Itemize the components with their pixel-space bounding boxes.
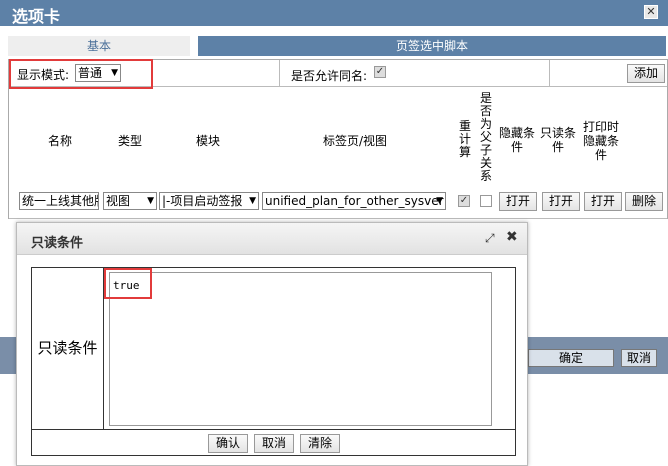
row-module-select[interactable]: |-项目启动签报 ▼ (159, 192, 259, 210)
cancel-button[interactable]: 取消 (254, 434, 294, 453)
header-recalc: 重计算 (458, 119, 471, 159)
open-readonly-condition-button[interactable]: 打开 (542, 192, 580, 211)
tab-editor-window: 选项卡 ✕ 基本 页签选中脚本 显示模式: 普通 ▼ 是否允许同名: ✓ 添加 … (0, 0, 668, 466)
allow-duplicate-label: 是否允许同名: (291, 69, 368, 83)
open-hide-condition-button[interactable]: 打开 (499, 192, 537, 211)
tab-bar: 基本 页签选中脚本 (8, 36, 666, 58)
chevron-down-icon: ▼ (249, 196, 256, 206)
highlight-box (104, 268, 152, 299)
window-title: 选项卡 (0, 0, 668, 26)
divider (549, 60, 550, 87)
dialog-body: 只读条件 true (31, 267, 516, 430)
close-icon[interactable]: ✕ (644, 5, 658, 19)
tab-grid: 名称 类型 模块 标签页/视图 重计算 是否为父子关系 隐藏条件 只读条件 打印… (9, 88, 667, 219)
maximize-icon[interactable]: ⤢ (485, 231, 495, 246)
allow-duplicate-checkbox[interactable]: ✓ (374, 66, 386, 78)
row-module-value: |-项目启动签报 (162, 194, 243, 208)
dialog-title-bar: 只读条件 ⤢ ✖ (17, 223, 527, 255)
background-confirm-button[interactable]: 确定 (528, 349, 614, 367)
header-parent-child: 是否为父子关系 (479, 91, 492, 183)
divider (9, 218, 667, 219)
row-recalc-checkbox[interactable]: ✓ (458, 195, 470, 207)
row-tab-view-select[interactable]: unified_plan_for_other_sysver ▼ (262, 192, 446, 210)
row-name-input[interactable]: 统一上线其他版 (19, 192, 99, 210)
header-print-hide-condition: 打印时隐藏条件 (582, 120, 619, 162)
row-parent-child-checkbox[interactable] (480, 195, 492, 207)
background-cancel-button[interactable]: 取消 (621, 349, 657, 367)
window-title-text: 选项卡 (12, 7, 61, 26)
chevron-down-icon: ▼ (147, 196, 154, 206)
open-print-hide-condition-button[interactable]: 打开 (584, 192, 622, 211)
header-name: 名称 (47, 134, 72, 148)
dialog-title: 只读条件 (31, 236, 84, 251)
highlight-box (9, 59, 153, 89)
header-tab-view: 标签页/视图 (322, 134, 388, 148)
chevron-down-icon: ▼ (436, 196, 443, 206)
row-tab-view-value: unified_plan_for_other_sysver (265, 194, 444, 208)
clear-button[interactable]: 清除 (300, 434, 340, 453)
header-hide-condition: 隐藏条件 (499, 126, 536, 154)
row-type-value: 视图 (106, 194, 131, 208)
add-button[interactable]: 添加 (627, 64, 665, 83)
header-type: 类型 (117, 134, 142, 148)
close-icon[interactable]: ✖ (506, 229, 518, 245)
divider (279, 60, 280, 87)
header-module: 模块 (195, 134, 220, 148)
tab-config-form: 显示模式: 普通 ▼ 是否允许同名: ✓ 添加 名称 类型 模块 标签页/视图 … (8, 59, 668, 219)
tab-basic[interactable]: 基本 (8, 36, 190, 56)
delete-row-button[interactable]: 删除 (625, 192, 663, 211)
readonly-condition-textarea[interactable]: true (109, 272, 492, 426)
readonly-condition-label: 只读条件 (32, 268, 104, 429)
header-readonly-condition: 只读条件 (540, 126, 577, 154)
readonly-condition-dialog: 只读条件 ⤢ ✖ 只读条件 true 确认 取消 清除 (16, 222, 528, 466)
row-type-select[interactable]: 视图 ▼ (103, 192, 157, 210)
confirm-button[interactable]: 确认 (208, 434, 248, 453)
dialog-footer: 确认 取消 清除 (31, 430, 516, 456)
tab-tab-select-script[interactable]: 页签选中脚本 (198, 36, 666, 56)
